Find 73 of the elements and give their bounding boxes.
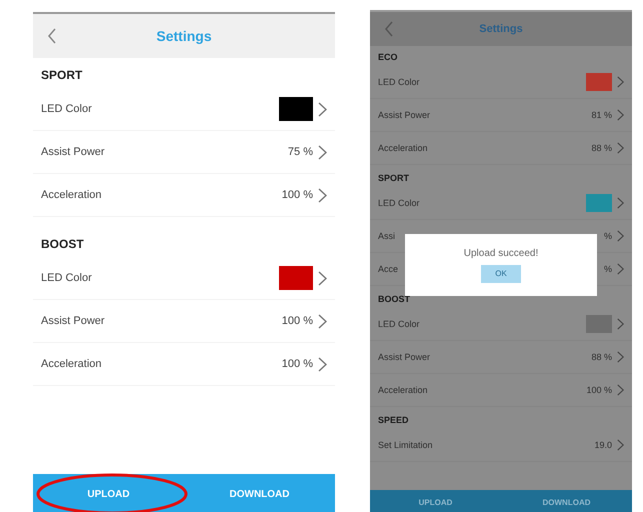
row-label: Set Limitation — [378, 440, 433, 450]
chevron-right-icon — [617, 76, 624, 88]
settings-row[interactable]: Assist Power 100 % — [33, 300, 335, 343]
settings-row[interactable]: LED Color — [370, 187, 632, 220]
row-label: Assist Power — [41, 315, 105, 327]
row-value: 88 % — [591, 143, 612, 153]
row-label: Acceleration — [41, 358, 102, 370]
row-label: Acceleration — [378, 385, 428, 395]
row-value: 100 % — [282, 189, 313, 201]
section-title: SPORT — [377, 172, 410, 185]
section-title: BOOST — [40, 236, 85, 253]
chevron-right-icon — [318, 102, 327, 116]
row-label: Acce — [378, 264, 398, 274]
chevron-right-icon — [617, 109, 624, 121]
settings-row[interactable]: Acceleration 100 % — [33, 343, 335, 386]
row-value: % — [604, 231, 612, 241]
chevron-right-icon — [318, 356, 327, 372]
chevron-right-icon — [318, 314, 327, 328]
settings-row[interactable]: Assist Power 81 % — [370, 99, 632, 132]
row-label: LED Color — [41, 272, 92, 284]
ok-button[interactable]: OK — [481, 264, 521, 282]
row-value: 100 % — [282, 358, 313, 370]
upload-button[interactable]: UPLOAD — [370, 490, 501, 512]
section-title: ECO — [377, 51, 399, 64]
row-value: 19.0 — [594, 440, 612, 450]
row-value: 100 % — [586, 385, 612, 395]
chevron-right-icon — [617, 230, 624, 242]
settings-row[interactable]: LED Color — [370, 66, 632, 99]
section-title: BOOST — [377, 293, 412, 306]
settings-row[interactable]: Acceleration 88 % — [370, 132, 632, 165]
chevron-right-icon — [617, 439, 624, 451]
screen-title: Settings — [156, 28, 212, 44]
upload-button[interactable]: UPLOAD — [33, 474, 184, 512]
chevron-right-icon — [617, 384, 624, 396]
settings-row[interactable]: Set Limitation 19.0 — [370, 429, 632, 462]
row-label: Acceleration — [41, 189, 102, 201]
chevron-right-icon — [617, 142, 624, 154]
settings-row[interactable]: LED Color — [33, 88, 335, 131]
download-button[interactable]: DOWNLOAD — [501, 490, 632, 512]
row-value: % — [604, 264, 612, 274]
settings-row[interactable]: Acceleration 100 % — [33, 174, 335, 217]
settings-row[interactable]: LED Color — [33, 257, 335, 300]
row-value: 81 % — [591, 110, 612, 120]
section-title: SPEED — [377, 414, 410, 427]
row-label: LED Color — [41, 103, 92, 115]
row-label: LED Color — [378, 198, 420, 208]
row-label: Acceleration — [378, 143, 428, 153]
chevron-right-icon — [617, 263, 624, 275]
chevron-right-icon — [318, 144, 327, 160]
section-title: SPORT — [40, 67, 84, 84]
chevron-right-icon — [617, 318, 624, 330]
row-label: LED Color — [378, 319, 420, 329]
row-value: 75 % — [288, 146, 313, 158]
chevron-right-icon — [617, 197, 624, 209]
chevron-right-icon — [318, 270, 327, 286]
chevron-right-icon — [318, 188, 327, 202]
row-label: Assist Power — [378, 110, 430, 120]
settings-row[interactable]: Assist Power 75 % — [33, 131, 335, 174]
row-value: 100 % — [282, 315, 313, 327]
chevron-right-icon — [617, 351, 624, 363]
settings-row[interactable]: Acceleration 100 % — [370, 374, 632, 407]
row-label: LED Color — [378, 77, 420, 87]
row-label: Assist Power — [378, 352, 430, 362]
download-button[interactable]: DOWNLOAD — [184, 474, 335, 512]
back-icon[interactable] — [47, 28, 57, 44]
row-label: Assi — [378, 231, 396, 241]
settings-row[interactable]: LED Color — [370, 308, 632, 341]
screen-title: Settings — [479, 23, 523, 35]
row-label: Assist Power — [41, 146, 105, 158]
settings-row[interactable]: Assist Power 88 % — [370, 341, 632, 374]
row-value: 88 % — [591, 352, 612, 362]
back-icon[interactable] — [384, 21, 394, 37]
dialog-message: Upload succeed! — [464, 248, 538, 258]
